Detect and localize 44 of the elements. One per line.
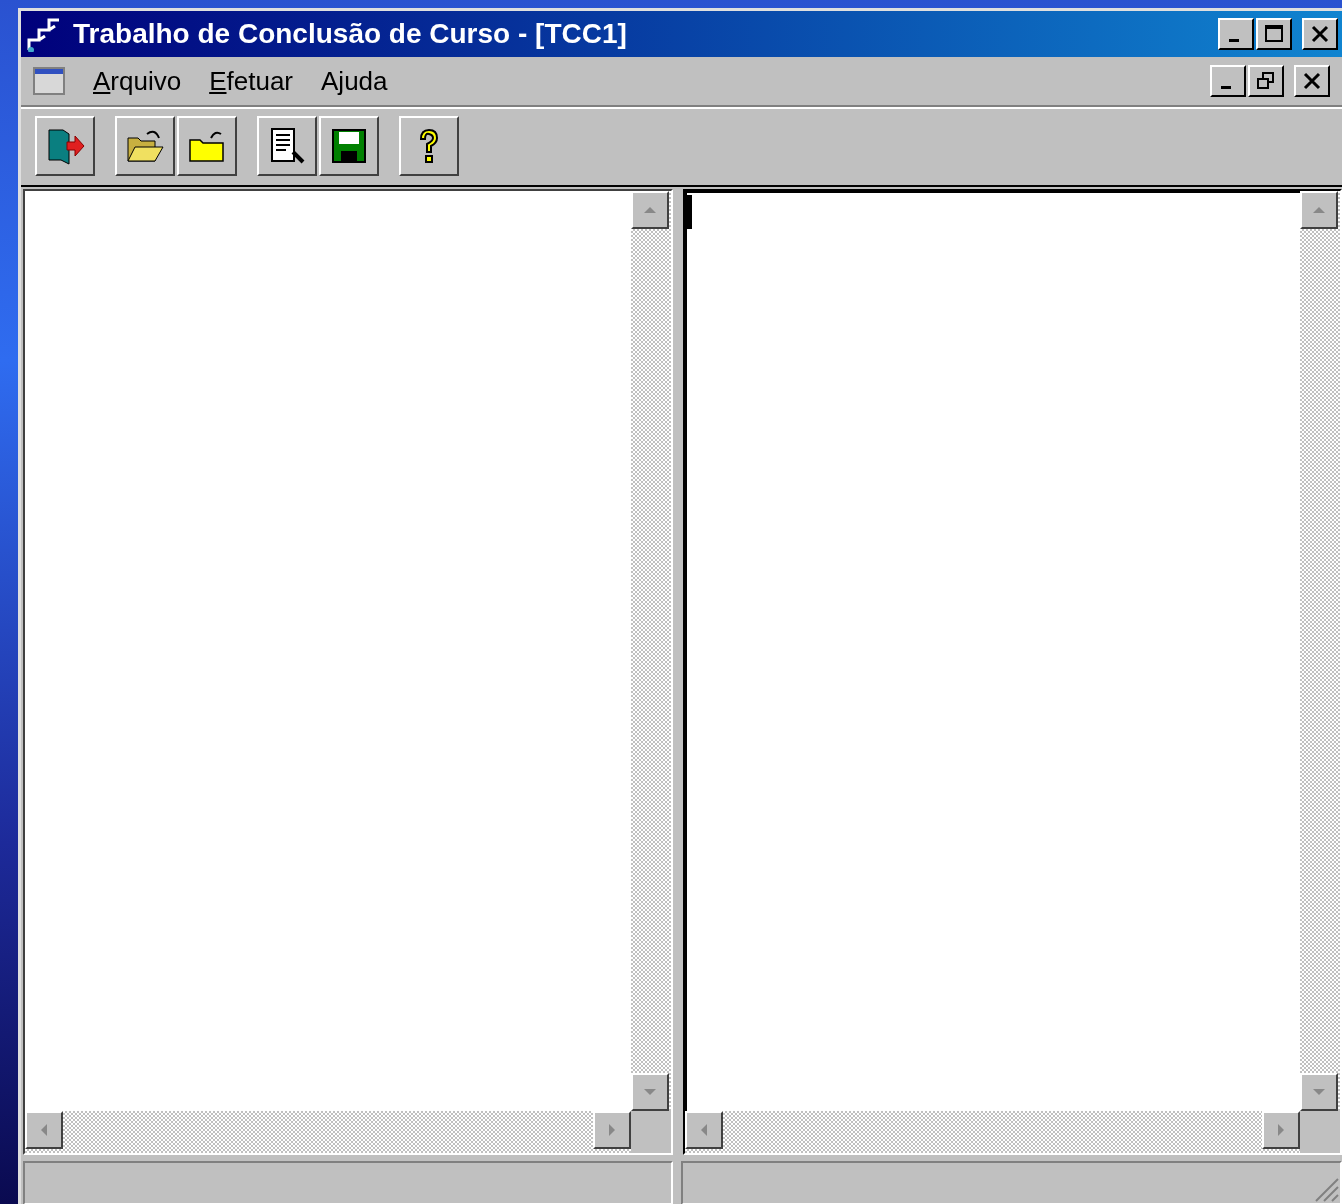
toolbar-button[interactable] <box>257 116 317 176</box>
scroll-left-button[interactable] <box>685 1111 723 1149</box>
scroll-right-button[interactable] <box>593 1111 631 1149</box>
scroll-left-button[interactable] <box>25 1111 63 1149</box>
left-arrow-icon <box>41 1124 47 1136</box>
scroll-up-button[interactable] <box>1300 191 1338 229</box>
toolbar-button[interactable] <box>399 116 459 176</box>
toolbar-button[interactable] <box>35 116 95 176</box>
vertical-scrollbar[interactable] <box>1300 191 1340 1111</box>
horizontal-scrollbar[interactable] <box>25 1111 631 1153</box>
window-title: Trabalho de Conclusão de Curso - [TCC1] <box>73 18 628 50</box>
up-arrow-icon <box>1313 207 1325 213</box>
maximize-icon <box>1264 24 1284 44</box>
close-icon <box>1302 71 1322 91</box>
close-button[interactable] <box>1294 65 1330 97</box>
left-arrow-icon <box>701 1124 707 1136</box>
minimize-button[interactable] <box>1218 18 1254 50</box>
document-window-icon <box>33 67 65 95</box>
vertical-scrollbar[interactable] <box>631 191 671 1111</box>
up-arrow-icon <box>644 207 656 213</box>
toolbar-button[interactable] <box>319 116 379 176</box>
minimize-icon <box>1229 38 1239 42</box>
menu-item[interactable]: Arquivo <box>93 65 182 97</box>
scroll-up-button[interactable] <box>631 191 669 229</box>
toolbar-button[interactable] <box>177 116 237 176</box>
scroll-down-button[interactable] <box>1300 1073 1338 1111</box>
restore-icon <box>1256 71 1276 91</box>
minimize-button[interactable] <box>1210 65 1246 97</box>
restore-button[interactable] <box>1248 65 1284 97</box>
right-arrow-icon <box>1278 1124 1284 1136</box>
down-arrow-icon <box>644 1089 656 1095</box>
down-arrow-icon <box>1313 1089 1325 1095</box>
scroll-right-button[interactable] <box>1262 1111 1300 1149</box>
right-arrow-icon <box>609 1124 615 1136</box>
menu-item[interactable]: Ajuda <box>321 65 388 97</box>
exit-door-icon <box>45 126 85 166</box>
scroll-down-button[interactable] <box>631 1073 669 1111</box>
close-button[interactable] <box>1302 18 1338 50</box>
menu-item[interactable]: Efetuar <box>209 65 293 97</box>
maximize-button[interactable] <box>1256 18 1292 50</box>
horizontal-scrollbar[interactable] <box>685 1111 1300 1153</box>
minimize-icon <box>1221 85 1231 89</box>
toolbar-button[interactable] <box>115 116 175 176</box>
close-icon <box>1310 24 1330 44</box>
